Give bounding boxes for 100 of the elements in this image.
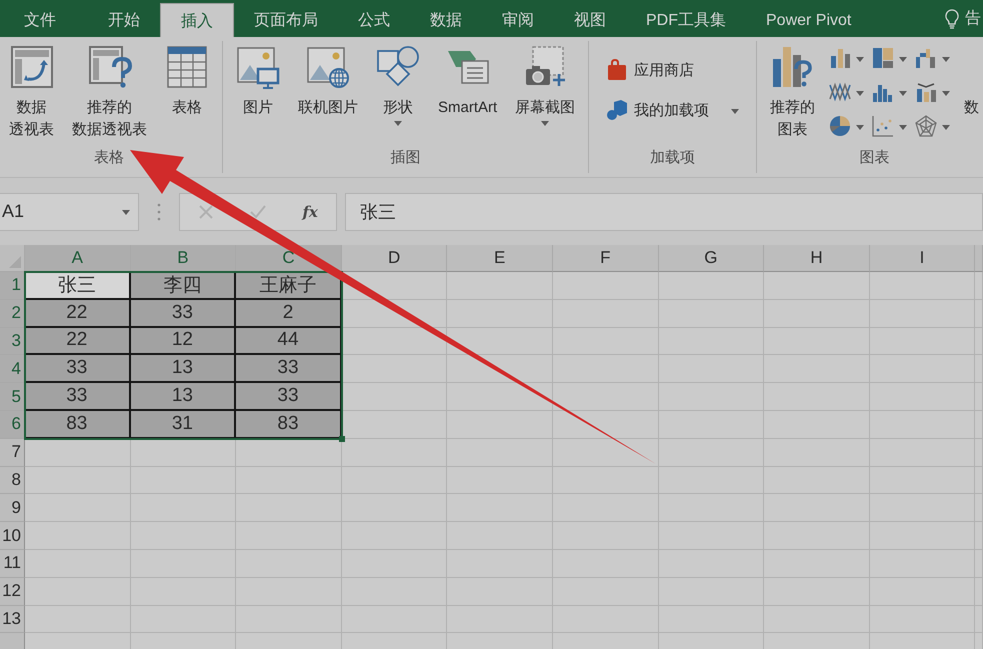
ribbon-button[interactable]: 数 [960,41,983,121]
table-cell: 83 [236,410,342,439]
table-icon [165,45,209,89]
picture-monitor-icon [236,45,280,89]
ribbon-tab[interactable]: 文件 [4,0,76,37]
table-cell: 2 [236,300,342,328]
ribbon-button[interactable]: 我的加载项 [598,97,748,123]
chart-type-button[interactable] [829,81,864,103]
column-header[interactable]: H [764,245,870,272]
radar-chart-icon [915,115,938,137]
ribbon-button[interactable]: 联机图片 [294,41,362,121]
chart-type-button[interactable] [872,47,908,69]
row-header[interactable]: 13 [0,606,25,634]
ribbon-button[interactable]: 形状 [372,41,424,128]
ribbon-button[interactable]: 数据 透视表 [5,41,58,143]
table-cell: 33 [25,383,131,411]
chart-type-button[interactable] [872,115,908,137]
line-chart-icon [829,81,852,103]
table-question-icon [88,45,132,89]
table-cell: 李四 [130,272,236,300]
tell-me-text[interactable]: 告 [965,8,981,29]
column-header[interactable]: D [342,245,448,272]
column-header[interactable]: F [552,245,659,272]
shapes-icon [376,45,420,89]
row-header[interactable]: 2 [0,300,25,328]
chart-type-button[interactable] [915,47,950,69]
pie-chart-icon [829,115,852,137]
ribbon-tab[interactable]: 数据 [410,0,482,37]
ribbon-button[interactable]: SmartArt [434,41,502,121]
column-chart-icon [829,47,852,69]
row-header[interactable]: 6 [0,410,25,439]
chart-type-button[interactable] [829,47,864,69]
check-icon[interactable] [250,204,266,220]
treemap-icon [872,47,894,69]
row-header[interactable]: 4 [0,355,25,384]
row-header[interactable]: 3 [0,328,25,356]
ribbon-tab[interactable]: 公式 [338,0,410,37]
lightbulb-icon [945,8,959,28]
row-header[interactable]: 10 [0,522,25,550]
camera-icon [523,45,568,89]
table-cell: 33 [130,300,236,328]
group-label: 加载项 [650,148,696,168]
column-header[interactable]: A [25,245,131,272]
shopping-bag-icon [606,59,628,81]
ribbon-button[interactable]: 屏幕截图 [511,41,580,128]
row-header[interactable]: 11 [0,550,25,578]
ribbon-tab[interactable]: 插入 [160,3,234,37]
ribbon-tab[interactable]: 页面布局 [234,0,338,37]
row-header[interactable]: 7 [0,438,25,467]
combo-chart-icon [915,81,938,103]
ribbon-tab[interactable]: PDF工具集 [626,0,746,37]
formula-input[interactable]: 张三 [345,192,983,230]
table-cell: 张三 [25,272,131,300]
table-cell: 33 [236,355,342,384]
table-cell: 44 [236,328,342,356]
column-header[interactable]: G [658,245,764,272]
table-cell: 22 [25,300,131,328]
group-label: 插图 [390,148,421,168]
row-header[interactable]: 5 [0,383,25,411]
ribbon-button[interactable]: 推荐的 图表 [766,41,820,143]
row-header[interactable]: 12 [0,578,25,606]
table-cell: 31 [130,410,236,439]
cancel-icon[interactable] [198,204,214,220]
ribbon-tab[interactable]: Power Pivot [746,0,872,37]
table-cell: 33 [236,383,342,411]
chart-type-button[interactable] [915,115,950,137]
bar-chart-question-icon [770,45,815,89]
column-header[interactable]: I [870,245,976,272]
caret-icon [122,210,130,215]
table-arrows-icon [10,45,54,89]
cubes-icon [606,99,628,121]
table-cell: 13 [130,383,236,411]
insert-function-button[interactable]: fx [302,202,318,220]
row-header[interactable]: 8 [0,466,25,494]
chart-type-button[interactable] [829,115,864,137]
group-label: 表格 [94,148,124,168]
table-cell: 王麻子 [236,272,342,300]
table-cell: 22 [25,328,131,356]
ribbon-button[interactable]: 应用商店 [598,57,702,83]
table-cell: 12 [130,328,236,356]
ribbon-tab[interactable]: 视图 [554,0,626,37]
ribbon-button[interactable]: 表格 [161,41,213,121]
step-chart-icon [915,47,938,69]
table-cell: 33 [25,355,131,384]
table-cell: 13 [130,355,236,384]
scatter-chart-icon [872,115,894,137]
ribbon-tab[interactable]: 审阅 [482,0,554,37]
column-header[interactable]: B [130,245,236,272]
chart-type-button[interactable] [915,81,950,103]
picture-globe-icon [306,45,350,89]
ribbon-button[interactable]: 图片 [232,41,284,121]
column-header[interactable]: E [447,245,553,272]
table-cell: 83 [25,410,131,439]
row-header[interactable]: 1 [0,272,25,300]
ribbon-button[interactable]: 推荐的 数据透视表 [68,41,151,143]
ribbon-tab[interactable]: 开始 [88,0,160,37]
grip-icon [157,202,161,222]
group-label: 图表 [860,148,890,168]
name-box[interactable]: A1 [0,192,139,230]
row-header[interactable]: 9 [0,494,25,522]
